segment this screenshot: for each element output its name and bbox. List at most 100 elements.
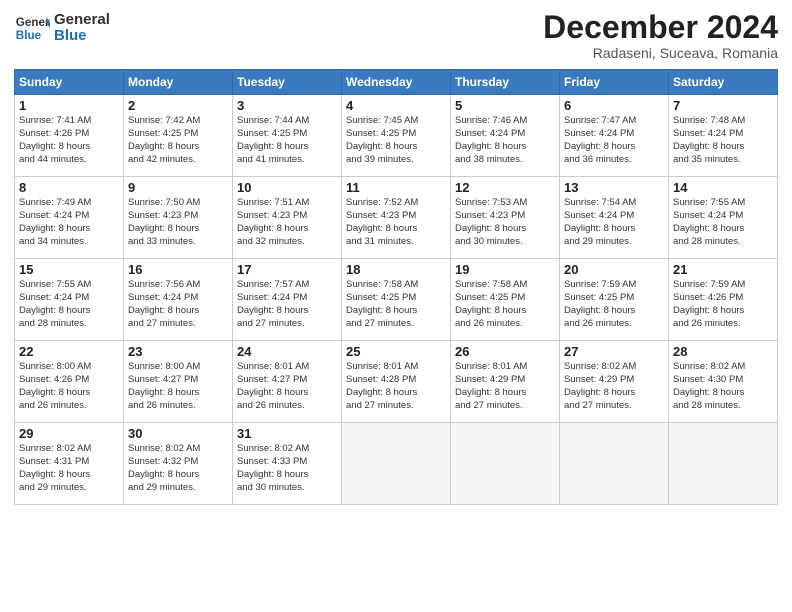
day-number: 17 bbox=[237, 262, 337, 277]
calendar-week-row: 15Sunrise: 7:55 AM Sunset: 4:24 PM Dayli… bbox=[15, 259, 778, 341]
day-number: 20 bbox=[564, 262, 664, 277]
location: Radaseni, Suceava, Romania bbox=[543, 45, 778, 61]
calendar-day-cell: 7Sunrise: 7:48 AM Sunset: 4:24 PM Daylig… bbox=[669, 95, 778, 177]
calendar-day-cell: 3 Sunrise: 7:44 AM Sunset: 4:25 PM Daylig… bbox=[233, 95, 342, 177]
day-number: 4 bbox=[346, 98, 446, 113]
day-info: Sunrise: 8:02 AM Sunset: 4:32 PM Dayligh… bbox=[128, 443, 228, 494]
calendar-header-row: SundayMondayTuesdayWednesdayThursdayFrid… bbox=[15, 70, 778, 95]
day-number: 3 bbox=[237, 98, 337, 113]
logo-general-text: General bbox=[54, 12, 110, 29]
calendar-day-cell bbox=[451, 423, 560, 505]
calendar-day-cell: 1 Sunrise: 7:41 AM Sunset: 4:26 PM Daylig… bbox=[15, 95, 124, 177]
day-number: 30 bbox=[128, 426, 228, 441]
day-number: 29 bbox=[19, 426, 119, 441]
calendar-table: SundayMondayTuesdayWednesdayThursdayFrid… bbox=[14, 69, 778, 505]
calendar-day-cell: 13 Sunrise: 7:54 AM Sunset: 4:24 PM Dayli… bbox=[560, 177, 669, 259]
calendar-header-cell: Tuesday bbox=[233, 70, 342, 95]
calendar-day-cell: 12Sunrise: 7:53 AM Sunset: 4:23 PM Dayli… bbox=[451, 177, 560, 259]
day-info: Sunrise: 7:45 AM Sunset: 4:25 PM Dayligh… bbox=[346, 115, 446, 166]
calendar-day-cell: 6 Sunrise: 7:47 AM Sunset: 4:24 PM Daylig… bbox=[560, 95, 669, 177]
day-info: Sunrise: 7:56 AM Sunset: 4:24 PM Dayligh… bbox=[128, 279, 228, 330]
day-number: 10 bbox=[237, 180, 337, 195]
calendar-body: 1 Sunrise: 7:41 AM Sunset: 4:26 PM Daylig… bbox=[15, 95, 778, 505]
header: General Blue General Blue December 2024 … bbox=[14, 10, 778, 61]
calendar-header-cell: Wednesday bbox=[342, 70, 451, 95]
day-info: Sunrise: 7:46 AM Sunset: 4:24 PM Dayligh… bbox=[455, 115, 555, 166]
logo-icon: General Blue bbox=[14, 10, 50, 46]
calendar-week-row: 8 Sunrise: 7:49 AM Sunset: 4:24 PM Daylig… bbox=[15, 177, 778, 259]
day-info: Sunrise: 8:02 AM Sunset: 4:31 PM Dayligh… bbox=[19, 443, 119, 494]
day-number: 21 bbox=[673, 262, 773, 277]
day-number: 13 bbox=[564, 180, 664, 195]
day-number: 8 bbox=[19, 180, 119, 195]
day-number: 22 bbox=[19, 344, 119, 359]
calendar-day-cell: 11 Sunrise: 7:52 AM Sunset: 4:23 PM Dayli… bbox=[342, 177, 451, 259]
day-info: Sunrise: 7:58 AM Sunset: 4:25 PM Dayligh… bbox=[346, 279, 446, 330]
day-number: 2 bbox=[128, 98, 228, 113]
title-block: December 2024 Radaseni, Suceava, Romania bbox=[543, 10, 778, 61]
calendar-header-cell: Thursday bbox=[451, 70, 560, 95]
calendar-header-cell: Saturday bbox=[669, 70, 778, 95]
calendar-day-cell bbox=[560, 423, 669, 505]
day-number: 23 bbox=[128, 344, 228, 359]
day-number: 9 bbox=[128, 180, 228, 195]
day-number: 1 bbox=[19, 98, 119, 113]
day-info: Sunrise: 7:42 AM Sunset: 4:25 PM Dayligh… bbox=[128, 115, 228, 166]
calendar-day-cell bbox=[669, 423, 778, 505]
calendar-day-cell: 31Sunrise: 8:02 AM Sunset: 4:33 PM Dayli… bbox=[233, 423, 342, 505]
calendar-day-cell: 2 Sunrise: 7:42 AM Sunset: 4:25 PM Daylig… bbox=[124, 95, 233, 177]
calendar-day-cell: 10 Sunrise: 7:51 AM Sunset: 4:23 PM Dayli… bbox=[233, 177, 342, 259]
calendar-container: General Blue General Blue December 2024 … bbox=[0, 0, 792, 515]
calendar-day-cell: 8 Sunrise: 7:49 AM Sunset: 4:24 PM Daylig… bbox=[15, 177, 124, 259]
day-info: Sunrise: 7:41 AM Sunset: 4:26 PM Dayligh… bbox=[19, 115, 119, 166]
calendar-header-cell: Friday bbox=[560, 70, 669, 95]
day-number: 28 bbox=[673, 344, 773, 359]
calendar-day-cell: 9 Sunrise: 7:50 AM Sunset: 4:23 PM Daylig… bbox=[124, 177, 233, 259]
calendar-day-cell: 23 Sunrise: 8:00 AM Sunset: 4:27 PM Dayli… bbox=[124, 341, 233, 423]
calendar-day-cell: 24Sunrise: 8:01 AM Sunset: 4:27 PM Dayli… bbox=[233, 341, 342, 423]
svg-text:Blue: Blue bbox=[16, 29, 42, 42]
day-info: Sunrise: 8:01 AM Sunset: 4:27 PM Dayligh… bbox=[237, 361, 337, 412]
day-info: Sunrise: 8:00 AM Sunset: 4:27 PM Dayligh… bbox=[128, 361, 228, 412]
calendar-day-cell: 4 Sunrise: 7:45 AM Sunset: 4:25 PM Daylig… bbox=[342, 95, 451, 177]
day-info: Sunrise: 7:51 AM Sunset: 4:23 PM Dayligh… bbox=[237, 197, 337, 248]
day-info: Sunrise: 7:54 AM Sunset: 4:24 PM Dayligh… bbox=[564, 197, 664, 248]
day-number: 27 bbox=[564, 344, 664, 359]
day-info: Sunrise: 8:00 AM Sunset: 4:26 PM Dayligh… bbox=[19, 361, 119, 412]
day-number: 5 bbox=[455, 98, 555, 113]
day-info: Sunrise: 7:49 AM Sunset: 4:24 PM Dayligh… bbox=[19, 197, 119, 248]
calendar-week-row: 1 Sunrise: 7:41 AM Sunset: 4:26 PM Daylig… bbox=[15, 95, 778, 177]
day-number: 16 bbox=[128, 262, 228, 277]
day-info: Sunrise: 7:50 AM Sunset: 4:23 PM Dayligh… bbox=[128, 197, 228, 248]
day-info: Sunrise: 7:55 AM Sunset: 4:24 PM Dayligh… bbox=[19, 279, 119, 330]
calendar-header-cell: Sunday bbox=[15, 70, 124, 95]
calendar-day-cell: 17Sunrise: 7:57 AM Sunset: 4:24 PM Dayli… bbox=[233, 259, 342, 341]
day-info: Sunrise: 7:44 AM Sunset: 4:25 PM Dayligh… bbox=[237, 115, 337, 166]
day-info: Sunrise: 8:01 AM Sunset: 4:29 PM Dayligh… bbox=[455, 361, 555, 412]
logo-blue-text: Blue bbox=[54, 28, 110, 45]
calendar-day-cell: 26Sunrise: 8:01 AM Sunset: 4:29 PM Dayli… bbox=[451, 341, 560, 423]
calendar-week-row: 22 Sunrise: 8:00 AM Sunset: 4:26 PM Dayli… bbox=[15, 341, 778, 423]
day-info: Sunrise: 7:47 AM Sunset: 4:24 PM Dayligh… bbox=[564, 115, 664, 166]
calendar-day-cell: 28 Sunrise: 8:02 AM Sunset: 4:30 PM Dayli… bbox=[669, 341, 778, 423]
day-number: 11 bbox=[346, 180, 446, 195]
day-number: 18 bbox=[346, 262, 446, 277]
day-info: Sunrise: 8:02 AM Sunset: 4:30 PM Dayligh… bbox=[673, 361, 773, 412]
day-number: 7 bbox=[673, 98, 773, 113]
calendar-day-cell: 22 Sunrise: 8:00 AM Sunset: 4:26 PM Dayli… bbox=[15, 341, 124, 423]
day-info: Sunrise: 7:55 AM Sunset: 4:24 PM Dayligh… bbox=[673, 197, 773, 248]
calendar-week-row: 29 Sunrise: 8:02 AM Sunset: 4:31 PM Dayli… bbox=[15, 423, 778, 505]
calendar-day-cell: 19 Sunrise: 7:58 AM Sunset: 4:25 PM Dayli… bbox=[451, 259, 560, 341]
day-info: Sunrise: 8:02 AM Sunset: 4:33 PM Dayligh… bbox=[237, 443, 337, 494]
day-number: 6 bbox=[564, 98, 664, 113]
calendar-day-cell bbox=[342, 423, 451, 505]
calendar-day-cell: 20Sunrise: 7:59 AM Sunset: 4:25 PM Dayli… bbox=[560, 259, 669, 341]
day-number: 12 bbox=[455, 180, 555, 195]
day-number: 19 bbox=[455, 262, 555, 277]
day-info: Sunrise: 7:52 AM Sunset: 4:23 PM Dayligh… bbox=[346, 197, 446, 248]
day-info: Sunrise: 7:58 AM Sunset: 4:25 PM Dayligh… bbox=[455, 279, 555, 330]
month-title: December 2024 bbox=[543, 10, 778, 45]
calendar-day-cell: 16 Sunrise: 7:56 AM Sunset: 4:24 PM Dayli… bbox=[124, 259, 233, 341]
logo: General Blue General Blue bbox=[14, 10, 110, 46]
calendar-day-cell: 27Sunrise: 8:02 AM Sunset: 4:29 PM Dayli… bbox=[560, 341, 669, 423]
